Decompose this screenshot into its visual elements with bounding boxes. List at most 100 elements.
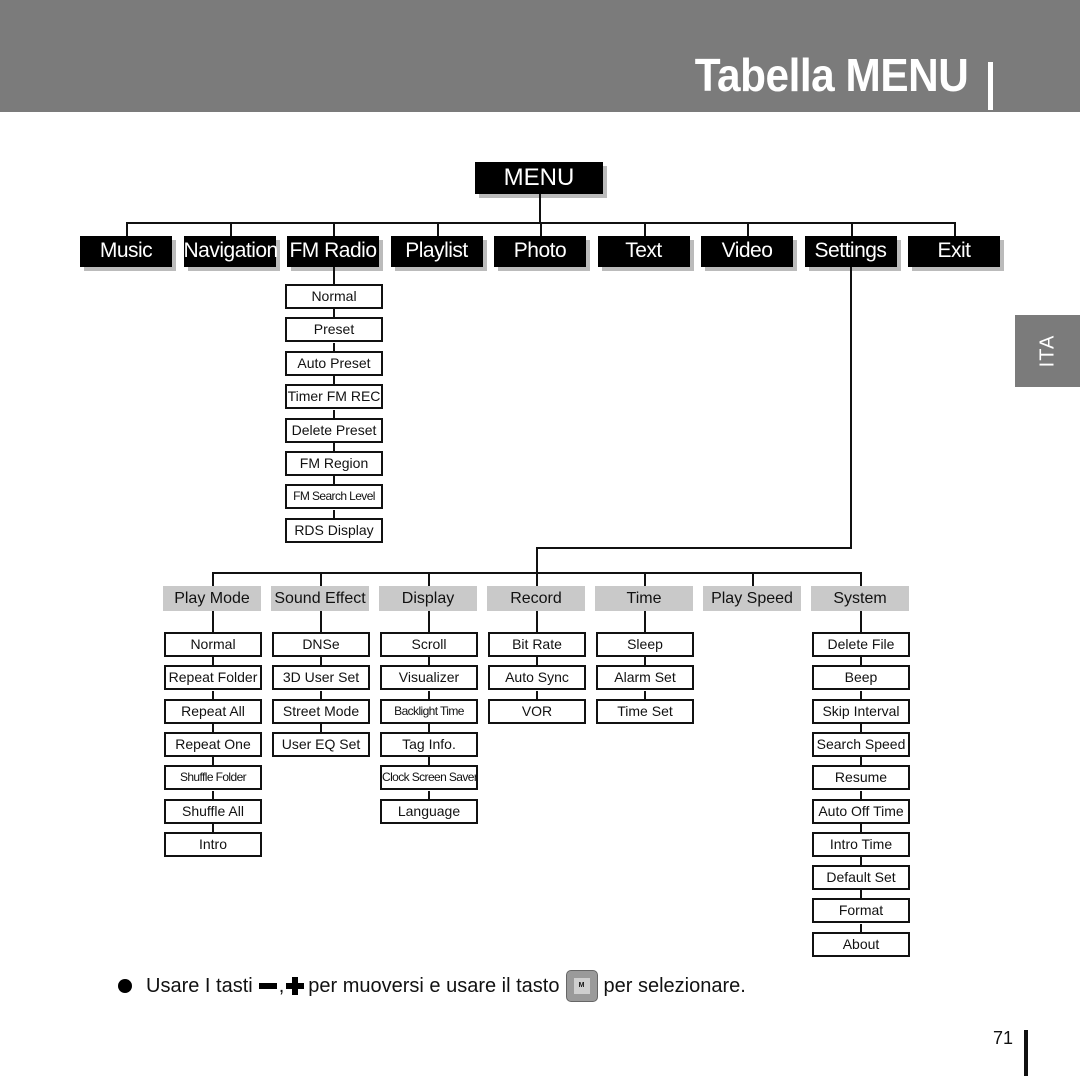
connector-line [954,222,956,236]
menu-video: Video [701,236,793,267]
settings-item: Skip Interval [812,698,910,724]
connector-line [333,376,335,385]
fm-radio-item: FM Search Level [285,484,383,510]
note-comma: , [278,974,285,997]
connector-line [333,509,335,518]
settings-play-speed: Play Speed [703,586,801,611]
connector-line [536,690,538,699]
connector-line [428,572,430,586]
connector-line [644,572,646,586]
settings-item: Beep [812,665,910,691]
menu-settings: Settings [804,236,897,267]
settings-item: DNSe [272,632,370,657]
settings-item: Format [812,898,910,924]
settings-item: Resume [812,765,910,791]
settings-item: User EQ Set [272,731,370,757]
connector-line [536,572,538,586]
settings-record: Record [487,586,585,611]
settings-item: Tag Info. [380,731,478,757]
menu-key-label: M [573,978,590,994]
connector-line [536,547,538,573]
connector-line [320,723,322,732]
page-title: Tabella MENU [694,49,968,101]
connector-line [752,572,754,586]
settings-item: Intro [164,831,262,857]
settings-item: Clock Screen Saver [380,765,478,791]
connector-line [333,309,335,318]
menu-playlist: Playlist [390,236,483,267]
connector-line [860,890,862,899]
settings-item: Language [380,798,478,824]
connector-line [436,222,439,236]
connector-line [850,267,852,549]
connector-line [540,222,542,236]
settings-item: Normal [164,632,262,657]
minus-key-icon [258,983,277,989]
settings-item: Shuffle Folder [164,765,262,791]
note-text-3: per selezionare. [603,974,746,997]
settings-item: Visualizer [380,665,478,691]
connector-line [644,690,646,699]
connector-line [333,476,335,485]
menu-music: Music [80,236,172,267]
connector-line [126,222,128,236]
connector-line [212,690,214,699]
connector-line [333,267,335,284]
connector-line [428,757,430,766]
page-number-divider [1024,1030,1028,1076]
settings-item: Scroll [380,632,478,657]
settings-item: Auto Sync [488,665,586,691]
connector-line [320,690,322,699]
note-text-2: per muoversi e usare il tasto [308,974,560,997]
connector-line [643,222,646,236]
connector-line [860,757,862,766]
settings-item: Backlight Time [380,698,478,724]
connector-line [333,342,335,351]
bullet-icon [118,979,132,993]
title-divider [988,62,993,110]
settings-time: Time [595,586,693,611]
connector-line [644,657,646,666]
fm-radio-item: RDS Display [285,517,383,543]
settings-item: Default Set [812,865,910,891]
settings-item: Repeat All [164,698,262,724]
connector-line [333,409,335,418]
menu-photo: Photo [494,236,586,267]
settings-item: Repeat Folder [164,665,262,691]
connector-line [333,443,335,451]
fm-radio-item: Preset [285,317,383,343]
connector-line [860,823,862,832]
connector-line [320,572,322,586]
connector-line [212,611,214,632]
connector-line [860,923,862,932]
settings-item: 3D User Set [272,665,370,691]
note-text-1: Usare I tasti [146,974,253,997]
settings-item: Search Speed [812,731,910,757]
connector-line [212,823,214,832]
instruction-note: Usare I tasti , per muoversi e usare il … [118,970,746,1002]
menu-fm-radio: FM Radio [287,236,379,267]
connector-line [212,790,214,799]
fm-radio-item: FM Region [285,451,383,476]
settings-item: About [812,931,910,957]
connector-line [860,572,862,586]
settings-item: Time Set [596,698,694,724]
menu-exit: Exit [908,236,1000,267]
settings-display: Display [379,586,477,611]
connector-line [212,757,214,766]
page-header: Tabella MENU [0,0,1080,112]
settings-item: Alarm Set [596,665,694,691]
connector-line [428,690,430,699]
menu-navigation: Navigation [183,236,278,267]
settings-item: Street Mode [272,698,370,724]
menu-key-icon: M [565,970,598,1002]
settings-item: Repeat One [164,731,262,757]
connector-line [536,611,538,632]
connector-line [644,611,646,632]
settings-item: Delete File [812,632,910,657]
plus-key-icon [286,977,305,995]
page-number: 71 [993,1028,1014,1048]
connector-line [539,194,541,223]
connector-line [860,790,862,799]
connector-line [536,547,852,549]
